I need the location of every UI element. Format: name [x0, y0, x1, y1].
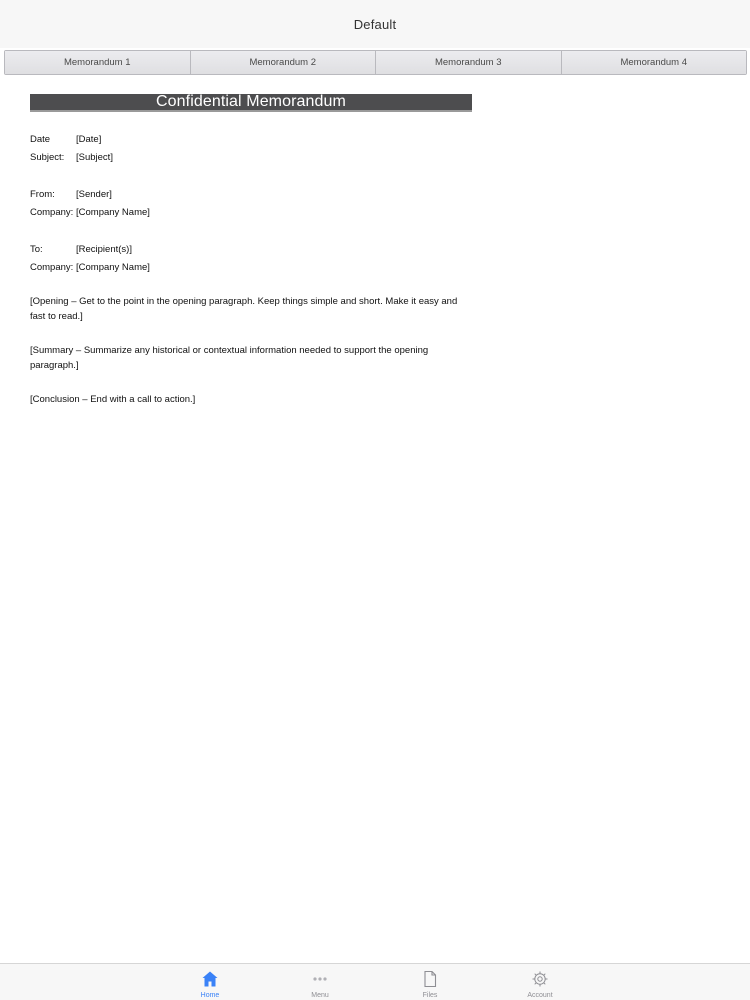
tab-label: Home	[200, 992, 220, 999]
tab-home[interactable]: Home	[155, 964, 265, 1000]
segment-memorandum-1[interactable]: Memorandum 1	[5, 51, 191, 74]
field-value: [Company Name]	[76, 261, 150, 273]
gear-icon	[530, 969, 550, 989]
memorandum-segmented-control: Memorandum 1 Memorandum 2 Memorandum 3 M…	[4, 50, 747, 75]
header-fields: Date [Date] Subject: [Subject]	[30, 132, 470, 167]
field-row-to: To: [Recipient(s)]	[30, 242, 470, 260]
more-dots-icon	[310, 969, 330, 989]
tab-account[interactable]: Account	[485, 964, 595, 1000]
field-row-date: Date [Date]	[30, 132, 470, 150]
paragraph-summary: [Summary – Summarize any historical or c…	[30, 345, 429, 372]
field-label: Date	[30, 134, 51, 146]
field-value: [Sender]	[76, 189, 112, 201]
field-row-subject: Subject: [Subject]	[30, 150, 470, 168]
tab-bar: Home Menu Files Account	[0, 963, 750, 1000]
field-label: Company:	[30, 261, 74, 273]
memorandum-document[interactable]: Confidential Memorandum Date [Date] Subj…	[30, 93, 472, 408]
field-label: Company:	[30, 206, 74, 218]
segment-memorandum-4[interactable]: Memorandum 4	[561, 51, 746, 74]
tab-files[interactable]: Files	[375, 964, 485, 1000]
home-icon	[200, 969, 220, 989]
field-row-from-company: Company: [Company Name]	[30, 205, 470, 223]
paragraph-opening: [Opening – Get to the point in the openi…	[30, 296, 458, 322]
field-label: From:	[30, 189, 55, 201]
field-label: Subject:	[30, 151, 65, 163]
segment-memorandum-3[interactable]: Memorandum 3	[376, 51, 562, 74]
from-fields: From: [Sender] Company: [Company Name]	[30, 187, 470, 222]
to-fields: To: [Recipient(s)] Company: [Company Nam…	[30, 242, 470, 277]
field-value: [Date]	[76, 134, 102, 146]
navigation-bar: Default	[0, 0, 750, 48]
paragraph-conclusion: [Conclusion – End with a call to action.…	[30, 393, 196, 405]
field-value: [Company Name]	[76, 206, 150, 218]
field-label: To:	[30, 244, 43, 256]
field-value: [Recipient(s)]	[76, 244, 132, 256]
field-value: [Subject]	[76, 151, 113, 163]
field-row-to-company: Company: [Company Name]	[30, 260, 470, 278]
file-icon	[420, 969, 440, 989]
segment-memorandum-2[interactable]: Memorandum 2	[190, 51, 376, 74]
document-banner: Confidential Memorandum	[30, 93, 472, 112]
tab-label: Files	[422, 992, 438, 999]
tab-menu[interactable]: Menu	[265, 964, 375, 1000]
field-row-from: From: [Sender]	[30, 187, 470, 205]
tab-label: Menu	[311, 992, 329, 999]
nav-title: Default	[353, 16, 397, 32]
tab-label: Account	[527, 992, 553, 999]
